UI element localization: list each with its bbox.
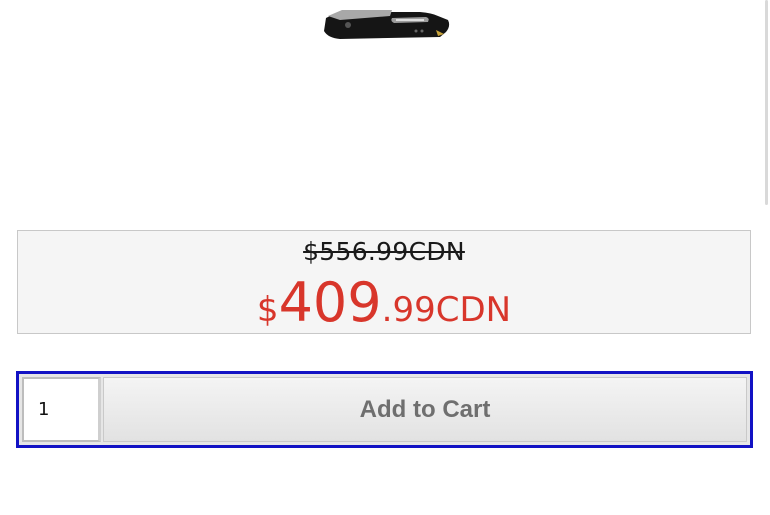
sale-price-currency: $: [256, 290, 279, 330]
folding-knife-image: [324, 10, 450, 39]
sale-price: $409.99CDN: [18, 271, 750, 334]
original-price: $556.99CDN: [303, 237, 465, 266]
product-image[interactable]: [320, 4, 452, 44]
add-to-cart-form: Add to Cart: [16, 371, 753, 448]
sale-price-cents: .99CDN: [381, 290, 512, 330]
price-box: $556.99CDN $409.99CDN: [17, 230, 751, 334]
sale-price-dollars: 409: [278, 271, 382, 334]
product-page: $556.99CDN $409.99CDN Add to Cart: [0, 0, 770, 515]
add-to-cart-button[interactable]: Add to Cart: [103, 377, 747, 442]
quantity-input[interactable]: [22, 377, 101, 442]
scrollbar[interactable]: [762, 0, 770, 515]
scrollbar-thumb[interactable]: [765, 0, 768, 205]
